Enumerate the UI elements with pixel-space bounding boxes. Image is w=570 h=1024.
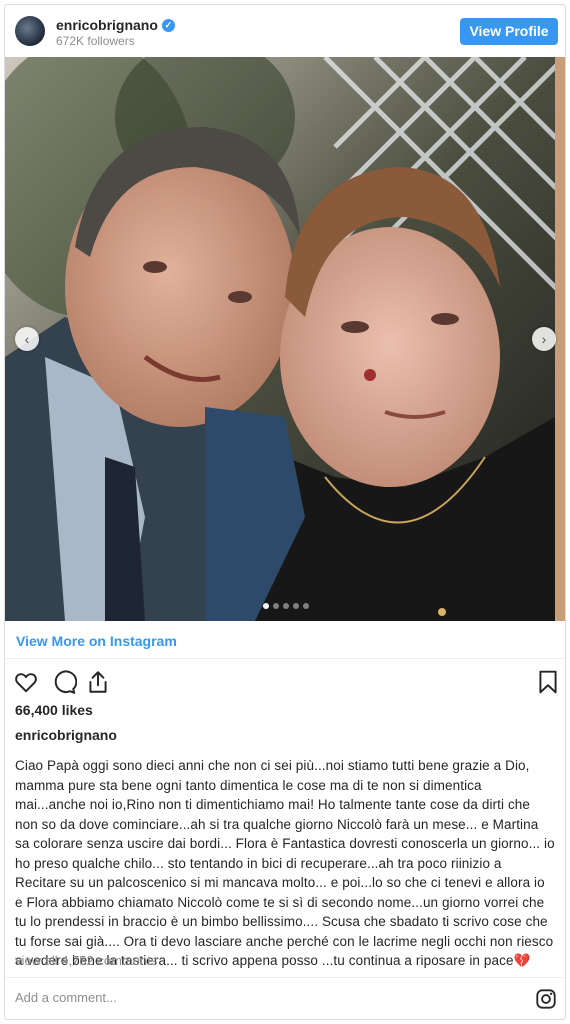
post-header: enricobrignano ✓ 672K followers View Pro… <box>5 5 565 57</box>
instagram-embed-card: enricobrignano ✓ 672K followers View Pro… <box>4 4 566 1020</box>
add-comment-input[interactable]: Add a comment... <box>15 990 117 1005</box>
avatar[interactable] <box>15 16 45 46</box>
followers-count: 672K followers <box>56 34 135 48</box>
username-row[interactable]: enricobrignano ✓ <box>56 17 175 33</box>
share-icon[interactable] <box>85 669 111 695</box>
action-bar <box>13 669 559 699</box>
carousel-dots <box>263 603 309 609</box>
username[interactable]: enricobrignano <box>56 17 158 33</box>
view-all-comments-link[interactable]: view all 4,752 comments <box>15 953 157 968</box>
post-caption: Ciao Papà oggi sono dieci anni che non c… <box>15 758 555 968</box>
carousel-dot <box>263 603 269 609</box>
caption-author[interactable]: enricobrignano <box>15 727 117 743</box>
comment-icon[interactable] <box>51 669 77 695</box>
post-photo[interactable]: ‹ › <box>5 57 565 621</box>
carousel-dot <box>303 603 309 609</box>
carousel-dot <box>273 603 279 609</box>
photo-image <box>5 57 565 621</box>
heart-icon[interactable] <box>13 669 39 695</box>
view-profile-button[interactable]: View Profile <box>460 18 558 45</box>
bookmark-icon[interactable] <box>535 669 561 695</box>
view-more-on-instagram-link[interactable]: View More on Instagram <box>16 633 177 649</box>
next-photo-button[interactable]: › <box>532 327 556 351</box>
likes-count[interactable]: 66,400 likes <box>15 702 93 718</box>
verified-badge-icon: ✓ <box>161 18 175 32</box>
previous-photo-button[interactable]: ‹ <box>15 327 39 351</box>
carousel-dot <box>293 603 299 609</box>
divider <box>5 977 565 978</box>
carousel-dot <box>283 603 289 609</box>
divider <box>5 658 565 659</box>
instagram-logo-icon[interactable] <box>535 988 557 1010</box>
